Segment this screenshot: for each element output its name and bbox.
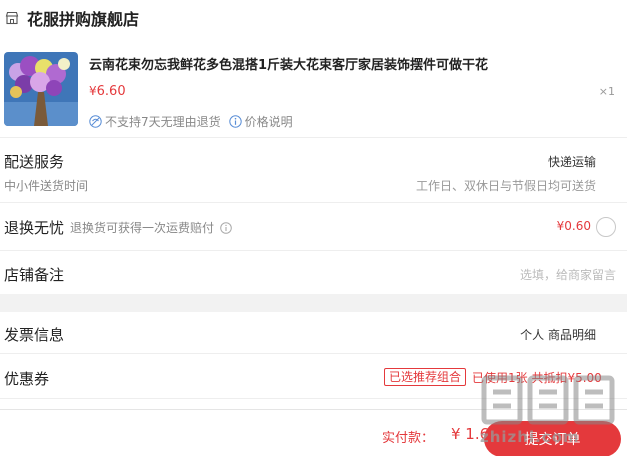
invoice-label: 发票信息 [4, 326, 65, 344]
return-insurance-fee: ¥0.60 [556, 219, 591, 233]
info-icon[interactable] [220, 221, 232, 234]
product-thumbnail[interactable] [4, 52, 78, 126]
return-insurance-label: 退换无忧 [4, 219, 65, 237]
delivery-sub: 中小件送货时间 [4, 179, 89, 193]
watermark-logo [481, 375, 615, 425]
total-label: 实付款： [382, 431, 435, 446]
store-name[interactable]: 花服拼购旗舰店 [27, 6, 139, 30]
invoice-row[interactable]: 发票信息 个人 商品明细 [0, 312, 627, 354]
store-header: 花服拼购旗舰店 [0, 0, 627, 36]
no-return-icon [89, 115, 102, 128]
price-info-label: 价格说明 [244, 115, 293, 129]
delivery-row[interactable]: 配送服务 中小件送货时间 快递运输 工作日、双休日与节假日均可送货 [0, 139, 627, 203]
coupon-label: 优惠券 [4, 370, 50, 388]
product-price-value: 6.60 [96, 84, 126, 99]
product-price: ¥6.60 [89, 84, 126, 99]
return-insurance-desc: 退换货可获得一次运费赔付 [70, 221, 215, 235]
return-insurance-row[interactable]: 退换无忧 退换货可获得一次运费赔付 ¥0.60 [0, 204, 627, 251]
product-title[interactable]: 云南花束勿忘我鲜花多色混搭1斤装大花束客厅家居装饰摆件可做干花 [89, 54, 488, 73]
price-info-tag[interactable]: 价格说明 [228, 113, 293, 130]
product-item[interactable]: 云南花束勿忘我鲜花多色混搭1斤装大花束客厅家居装饰摆件可做干花 ¥6.60 ×1… [0, 38, 627, 138]
section-divider [0, 294, 627, 312]
coupon-badge: 已选推荐组合 [384, 368, 467, 386]
invoice-value: 个人 商品明细 [520, 328, 596, 342]
return-insurance-heading: 退换无忧 退换货可获得一次运费赔付 [4, 217, 232, 238]
no-return-label: 不支持7天无理由退货 [105, 115, 221, 129]
store-remark-label: 店铺备注 [4, 266, 65, 284]
store-remark-input[interactable]: 选填，给商家留言 [520, 266, 616, 283]
delivery-time: 工作日、双休日与节假日均可送货 [415, 179, 596, 193]
product-quantity: ×1 [598, 85, 615, 98]
return-insurance-radio[interactable] [596, 217, 616, 237]
currency-symbol: ¥ [89, 84, 97, 98]
no-return-tag: 不支持7天无理由退货 [89, 113, 221, 130]
store-remark-row[interactable]: 店铺备注 选填，给商家留言 [0, 252, 627, 294]
delivery-method: 快递运输 [547, 155, 596, 169]
delivery-label: 配送服务 [4, 153, 65, 171]
store-icon [5, 11, 19, 25]
watermark-text: zhizhi.com [480, 428, 580, 446]
info-icon [228, 115, 242, 128]
product-tags: 不支持7天无理由退货 价格说明 [89, 113, 301, 130]
